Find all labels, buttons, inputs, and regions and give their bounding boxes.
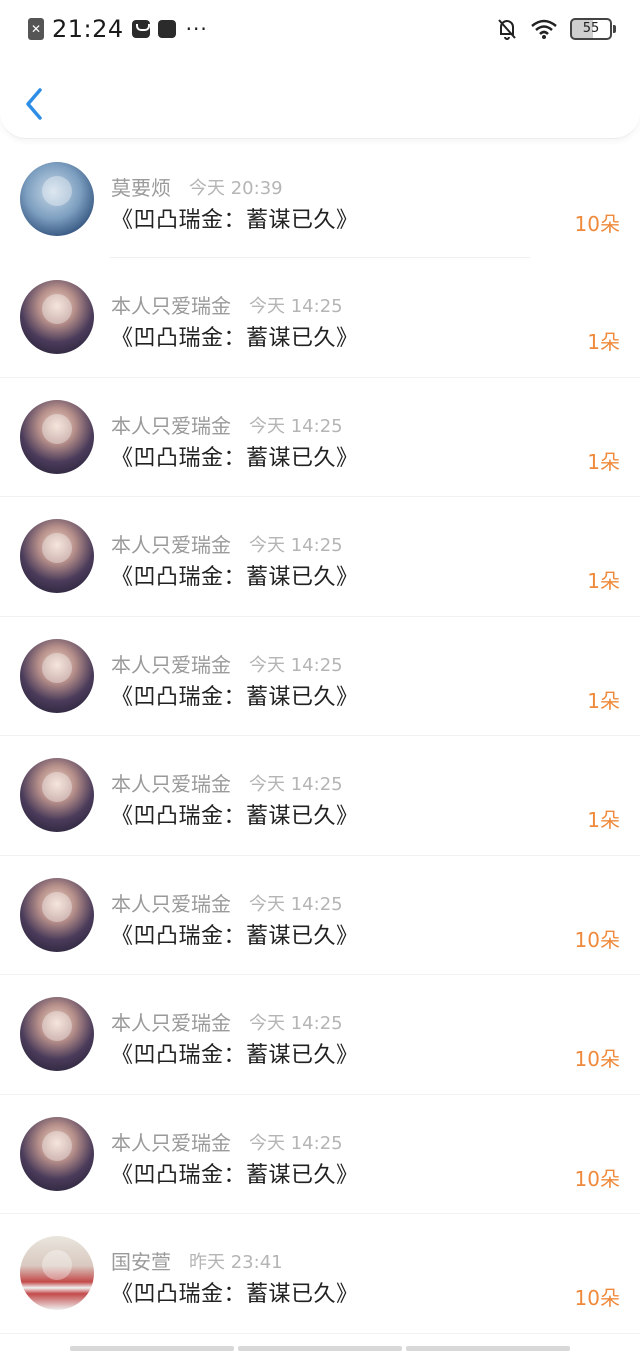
gift-list: 莫要烦 今天 20:39 《凹凸瑞金：蓄谋已久》 10朵 本人只爱瑞金 今天 14:25 《… [0, 140, 640, 1334]
work-title: 《凹凸瑞金：蓄谋已久》 [111, 208, 359, 233]
row-divider [0, 1332, 640, 1334]
gift-row[interactable]: 莫要烦 今天 20:39 《凹凸瑞金：蓄谋已久》 10朵 [0, 140, 640, 258]
header-bar: ✕ 21:24 ··· 55 [0, 0, 640, 139]
gift-row[interactable]: 本人只爱瑞金 今天 14:25 《凹凸瑞金：蓄谋已久》 1朵 [0, 378, 640, 497]
bell-muted-icon [498, 19, 516, 40]
flower-count: 1朵 [587, 330, 620, 354]
flower-count: 1朵 [587, 449, 620, 474]
avatar[interactable] [20, 1116, 94, 1191]
flower-count: 10朵 [574, 212, 620, 236]
app-notification-icon [157, 20, 176, 38]
sender-name[interactable]: 本人只爱瑞金 [111, 410, 231, 439]
avatar[interactable] [20, 758, 94, 832]
gift-row[interactable]: 本人只爱瑞金 今天 14:25 《凹凸瑞金：蓄谋已久》 1朵 [0, 736, 640, 856]
flower-count: 1朵 [587, 808, 620, 832]
sent-time: 今天 14:25 [249, 1132, 343, 1154]
sent-time: 今天 20:39 [189, 178, 283, 199]
gift-row[interactable]: 本人只爱瑞金 今天 14:25 《凹凸瑞金：蓄谋已久》 10朵 [0, 1095, 640, 1214]
sent-time: 今天 14:25 [249, 296, 343, 317]
work-title: 《凹凸瑞金：蓄谋已久》 [111, 804, 359, 829]
sent-time: 昨天 23:41 [189, 1252, 283, 1273]
sent-time: 今天 14:25 [249, 774, 343, 795]
avatar[interactable] [20, 162, 94, 236]
message-icon [131, 20, 150, 38]
work-title: 《凹凸瑞金：蓄谋已久》 [111, 1162, 359, 1188]
sent-time: 今天 14:25 [249, 1013, 343, 1034]
status-bar: ✕ 21:24 ··· 55 [0, 0, 640, 60]
sender-name[interactable]: 本人只爱瑞金 [111, 529, 231, 558]
status-time: 21:24 [52, 15, 124, 43]
flower-count: 10朵 [574, 1286, 620, 1310]
battery-icon: 55 [570, 18, 616, 40]
avatar[interactable] [20, 997, 94, 1071]
sender-name[interactable]: 本人只爱瑞金 [111, 768, 231, 797]
sent-time: 今天 14:25 [249, 654, 343, 676]
avatar[interactable] [20, 877, 94, 952]
wifi-icon [531, 19, 557, 39]
gift-row[interactable]: 本人只爱瑞金 今天 14:25 《凹凸瑞金：蓄谋已久》 1朵 [0, 497, 640, 617]
work-title: 《凹凸瑞金：蓄谋已久》 [111, 445, 359, 471]
gift-row[interactable]: 本人只爱瑞金 今天 14:25 《凹凸瑞金：蓄谋已久》 10朵 [0, 975, 640, 1095]
work-title: 《凹凸瑞金：蓄谋已久》 [111, 684, 359, 710]
work-title: 《凹凸瑞金：蓄谋已久》 [111, 1043, 359, 1068]
sim-card-icon: ✕ [28, 18, 44, 40]
sender-name[interactable]: 本人只爱瑞金 [111, 888, 231, 917]
gift-row[interactable]: 本人只爱瑞金 今天 14:25 《凹凸瑞金：蓄谋已久》 1朵 [0, 258, 640, 378]
avatar[interactable] [20, 1236, 94, 1310]
avatar[interactable] [20, 638, 94, 713]
gift-row[interactable]: 本人只爱瑞金 今天 14:25 《凹凸瑞金：蓄谋已久》 1朵 [0, 617, 640, 736]
sent-time: 今天 14:25 [249, 535, 343, 556]
flower-count: 10朵 [574, 927, 620, 952]
flower-count: 10朵 [574, 1047, 620, 1071]
flower-count: 10朵 [574, 1166, 620, 1191]
gift-row[interactable]: 本人只爱瑞金 今天 14:25 《凹凸瑞金：蓄谋已久》 10朵 [0, 856, 640, 975]
work-title: 《凹凸瑞金：蓄谋已久》 [111, 326, 359, 351]
flower-count: 1朵 [587, 569, 620, 593]
avatar[interactable] [20, 280, 94, 354]
avatar[interactable] [20, 399, 94, 474]
sender-name[interactable]: 本人只爱瑞金 [111, 1127, 231, 1156]
sender-name[interactable]: 国安萱 [111, 1246, 171, 1275]
flower-count: 1朵 [587, 688, 620, 713]
work-title: 《凹凸瑞金：蓄谋已久》 [111, 923, 359, 949]
sent-time: 今天 14:25 [249, 415, 343, 437]
scroll-indicator [70, 1346, 570, 1351]
more-notifications-icon: ··· [185, 17, 208, 41]
work-title: 《凹凸瑞金：蓄谋已久》 [111, 565, 359, 590]
sender-name[interactable]: 莫要烦 [111, 172, 171, 201]
sender-name[interactable]: 本人只爱瑞金 [111, 1007, 231, 1036]
work-title: 《凹凸瑞金：蓄谋已久》 [111, 1282, 359, 1307]
sent-time: 今天 14:25 [249, 893, 343, 915]
avatar[interactable] [20, 519, 94, 593]
sender-name[interactable]: 本人只爱瑞金 [111, 649, 231, 678]
sender-name[interactable]: 本人只爱瑞金 [111, 290, 231, 319]
gift-row[interactable]: 国安萱 昨天 23:41 《凹凸瑞金：蓄谋已久》 10朵 [0, 1214, 640, 1334]
back-arrow-icon[interactable] [18, 84, 52, 124]
